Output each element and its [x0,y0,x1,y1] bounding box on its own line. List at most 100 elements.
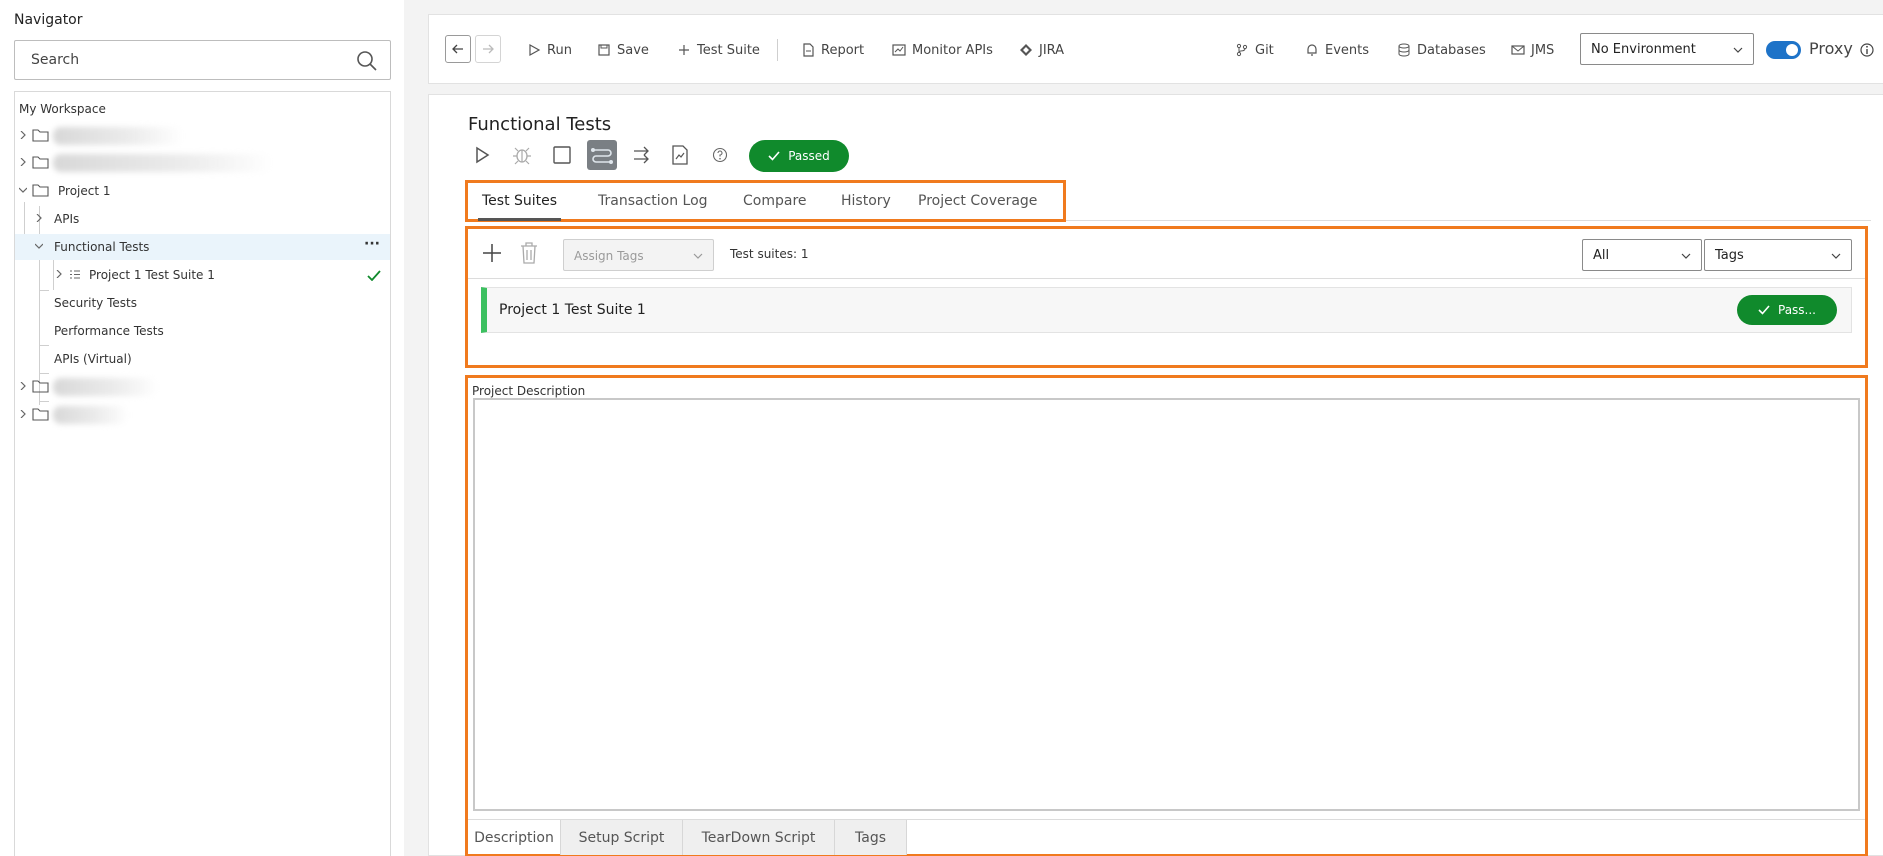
tab-tags[interactable]: Tags [835,820,907,855]
transfer-icon[interactable] [627,140,657,170]
description-panel: Project Description Description Setup Sc… [465,375,1868,856]
tab-test-suites[interactable]: Test Suites [477,193,562,221]
tab-description[interactable]: Description [468,820,561,855]
proxy-label: Proxy [1809,39,1853,58]
report-button[interactable]: Report [801,37,864,63]
tree-folder-blurred[interactable] [15,150,390,176]
search-input[interactable] [15,41,335,79]
tab-transaction-log[interactable]: Transaction Log [598,193,708,209]
main-content: Functional Tests Passed Test Suites Tran… [428,94,1883,856]
proxy-toggle[interactable] [1766,41,1801,59]
git-branch-icon [1236,43,1248,57]
chevron-right-icon[interactable] [35,214,43,222]
check-icon [1758,305,1770,315]
description-label: Project Description [472,384,586,398]
git-label: Git [1255,42,1274,58]
mail-icon [1511,45,1525,55]
add-icon[interactable] [482,243,502,263]
app-root: Navigator My Workspace [0,0,1883,856]
monitor-apis-button[interactable]: Monitor APIs [892,37,993,63]
play-icon [529,43,541,57]
tree-workspace-root[interactable]: My Workspace [15,96,390,122]
suite-status-badge[interactable]: Pass... [1737,295,1837,325]
chevron-down-icon [1831,253,1841,259]
run-button[interactable]: Run [527,37,572,63]
tab-teardown-script[interactable]: TearDown Script [683,820,835,855]
run-label: Run [547,42,572,58]
chevron-down-icon[interactable] [35,242,43,250]
jms-button[interactable]: JMS [1511,37,1554,63]
folder-icon [32,156,49,169]
assign-tags-label: Assign Tags [574,249,644,263]
table-row[interactable]: Project 1 Test Suite 1 Pass... [481,287,1852,333]
tree-folder-blurred[interactable] [15,123,390,149]
tree-item-performance-tests[interactable]: Performance Tests [15,318,390,344]
arrow-right-icon [483,44,494,54]
assign-tags-select[interactable]: Assign Tags [563,239,714,271]
chevron-right-icon[interactable] [19,382,27,390]
tags-filter-select[interactable]: Tags [1704,239,1852,271]
panel-divider[interactable] [404,0,428,856]
debug-icon[interactable] [507,140,537,170]
workflow-icon[interactable] [587,140,617,170]
chevron-right-icon[interactable] [19,410,27,418]
save-label: Save [617,42,649,58]
tab-setup-script[interactable]: Setup Script [561,820,683,855]
forward-button[interactable] [475,35,501,63]
git-button[interactable]: Git [1235,37,1274,63]
folder-icon [32,184,49,197]
tree-item-test-suite[interactable]: Project 1 Test Suite 1 [15,262,390,288]
jira-button[interactable]: JIRA [1019,37,1064,63]
tree-item-functional-tests[interactable]: Functional Tests ··· [15,234,390,260]
events-label: Events [1325,42,1370,58]
run-icon[interactable] [467,140,497,170]
databases-button[interactable]: Databases [1397,37,1486,63]
chevron-down-icon [693,253,703,259]
stop-icon[interactable] [547,140,577,170]
chevron-right-icon[interactable] [19,158,27,166]
chart-report-icon[interactable] [665,140,695,170]
help-icon[interactable] [705,140,735,170]
tree-item-apis[interactable]: APIs [15,206,390,232]
redacted-name [53,154,273,172]
tab-project-coverage[interactable]: Project Coverage [918,193,1037,209]
environment-select[interactable]: No Environment [1580,33,1754,65]
search-icon[interactable] [356,50,378,72]
tree-folder-blurred[interactable] [15,374,390,400]
status-filter-value: All [1593,248,1610,263]
back-button[interactable] [445,35,471,63]
tab-compare[interactable]: Compare [743,193,807,209]
status-filter-select[interactable]: All [1582,239,1702,271]
toolbar-separator [777,39,778,61]
tab-bar: Test Suites Transaction Log Compare Hist… [465,180,1066,222]
add-test-suite-button[interactable]: Test Suite [677,37,760,63]
trash-icon[interactable] [520,242,538,264]
plus-icon [679,45,689,55]
status-badge[interactable]: Passed [749,140,849,172]
tree-item-apis-virtual[interactable]: APIs (Virtual) [15,346,390,372]
info-icon[interactable] [1860,43,1874,57]
events-button[interactable]: Events [1305,37,1369,63]
monitor-icon [892,44,906,56]
check-icon [768,151,780,161]
chevron-right-icon[interactable] [55,270,63,278]
description-tabs: Description Setup Script TearDown Script… [468,819,1865,855]
chevron-right-icon[interactable] [19,131,27,139]
main-toolbar: Run Save Test Suite Report Monitor APIs … [428,14,1883,84]
jms-label: JMS [1531,42,1555,58]
suite-status-label: Pass... [1778,303,1816,317]
more-options-icon[interactable]: ··· [364,236,380,252]
tree-item-security-tests[interactable]: Security Tests [15,290,390,316]
suites-toolbar: Assign Tags Test suites: 1 All Tags [468,229,1865,279]
chevron-down-icon[interactable] [19,186,27,194]
redacted-name [53,406,128,424]
tree-folder-blurred[interactable] [15,402,390,428]
suite-name: Project 1 Test Suite 1 [499,302,646,318]
save-button[interactable]: Save [597,37,649,63]
tree-project-1[interactable]: Project 1 [15,178,390,204]
project-label: Project 1 [58,184,111,198]
description-textarea[interactable] [473,398,1860,811]
folder-icon [32,380,49,393]
tab-history[interactable]: History [841,193,891,209]
environment-value: No Environment [1591,42,1696,57]
